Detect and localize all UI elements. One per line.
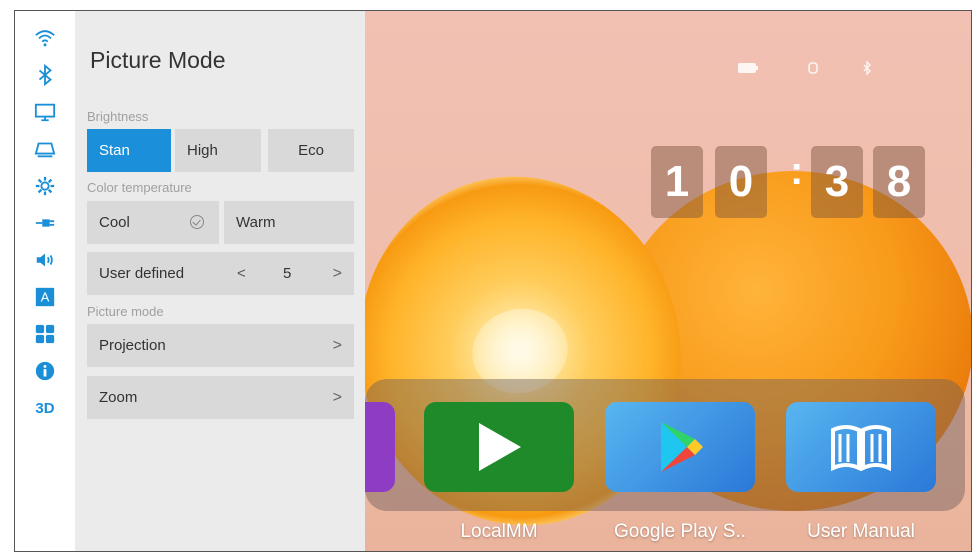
clock-hour-ones: 0 bbox=[715, 146, 767, 218]
battery-icon bbox=[737, 61, 759, 75]
input-plug-icon[interactable] bbox=[32, 210, 58, 236]
clock-separator: : bbox=[790, 149, 804, 193]
usb-icon bbox=[807, 61, 819, 77]
chevron-left-icon[interactable]: < bbox=[237, 265, 246, 282]
app-label-google-play: Google Play S.. bbox=[613, 521, 747, 542]
brightness-standard-label: Stan bbox=[99, 142, 130, 159]
3d-icon[interactable]: 3D bbox=[32, 395, 58, 421]
color-temp-warm-button[interactable]: Warm bbox=[224, 201, 354, 244]
brightness-label: Brightness bbox=[87, 109, 149, 124]
page-title: Picture Mode bbox=[90, 47, 226, 73]
settings-gear-icon[interactable] bbox=[32, 173, 58, 199]
apps-grid-icon[interactable] bbox=[32, 321, 58, 347]
3d-label: 3D bbox=[35, 399, 55, 417]
language-a-label: A bbox=[41, 290, 50, 305]
play-icon bbox=[479, 423, 521, 471]
monitor-icon[interactable] bbox=[32, 99, 58, 125]
wifi-icon[interactable] bbox=[32, 25, 58, 51]
brightness-standard-button[interactable]: Stan bbox=[87, 129, 171, 172]
brightness-high-label: High bbox=[187, 142, 218, 159]
color-temp-warm-label: Warm bbox=[236, 214, 276, 231]
user-defined-label: User defined bbox=[99, 265, 185, 282]
volume-icon[interactable] bbox=[32, 247, 58, 273]
clock-minute-tens: 3 bbox=[811, 146, 863, 218]
bluetooth-icon[interactable] bbox=[32, 62, 58, 88]
picture-mode-label: Picture mode bbox=[87, 304, 164, 319]
app-label-user-manual: User Manual bbox=[807, 521, 915, 542]
zoom-label: Zoom bbox=[99, 389, 138, 406]
brightness-high-button[interactable]: High bbox=[175, 129, 261, 172]
app-tile-localmm[interactable] bbox=[424, 402, 574, 492]
chevron-right-icon: > bbox=[332, 388, 342, 406]
language-a-icon[interactable]: A bbox=[32, 284, 58, 310]
user-defined-value: 5 bbox=[283, 265, 292, 282]
google-play-icon bbox=[661, 422, 703, 472]
clock-hour-tens: 1 bbox=[651, 146, 703, 218]
color-temperature-label: Color temperature bbox=[87, 180, 192, 195]
brightness-eco-button[interactable]: Eco bbox=[268, 129, 354, 172]
app-tile-user-manual[interactable] bbox=[786, 402, 936, 492]
info-icon[interactable] bbox=[32, 358, 58, 384]
clock-minute-ones: 8 bbox=[873, 146, 925, 218]
projector-icon[interactable] bbox=[32, 136, 58, 162]
color-temp-cool-label: Cool bbox=[99, 214, 130, 231]
app-tile-google-play[interactable] bbox=[605, 402, 755, 492]
chevron-right-icon[interactable]: > bbox=[333, 265, 342, 283]
screen: 1 0 : 3 8 LocalMM Google Play S.. User M… bbox=[14, 10, 972, 552]
bluetooth-status-icon bbox=[862, 61, 872, 75]
settings-rail: A 3D bbox=[15, 11, 75, 551]
check-circle-icon bbox=[190, 215, 204, 229]
zoom-row[interactable]: Zoom > bbox=[87, 376, 354, 419]
brightness-eco-label: Eco bbox=[298, 142, 324, 159]
projection-row[interactable]: Projection > bbox=[87, 324, 354, 367]
picture-mode-panel: Picture Mode Brightness Stan High Eco Co… bbox=[75, 11, 365, 551]
chevron-right-icon: > bbox=[332, 336, 342, 354]
book-icon bbox=[831, 425, 891, 472]
projection-label: Projection bbox=[99, 337, 166, 354]
color-temp-cool-button[interactable]: Cool bbox=[87, 201, 219, 244]
app-label-localmm: LocalMM bbox=[460, 521, 538, 542]
user-defined-row[interactable]: User defined < 5 > bbox=[87, 252, 354, 295]
